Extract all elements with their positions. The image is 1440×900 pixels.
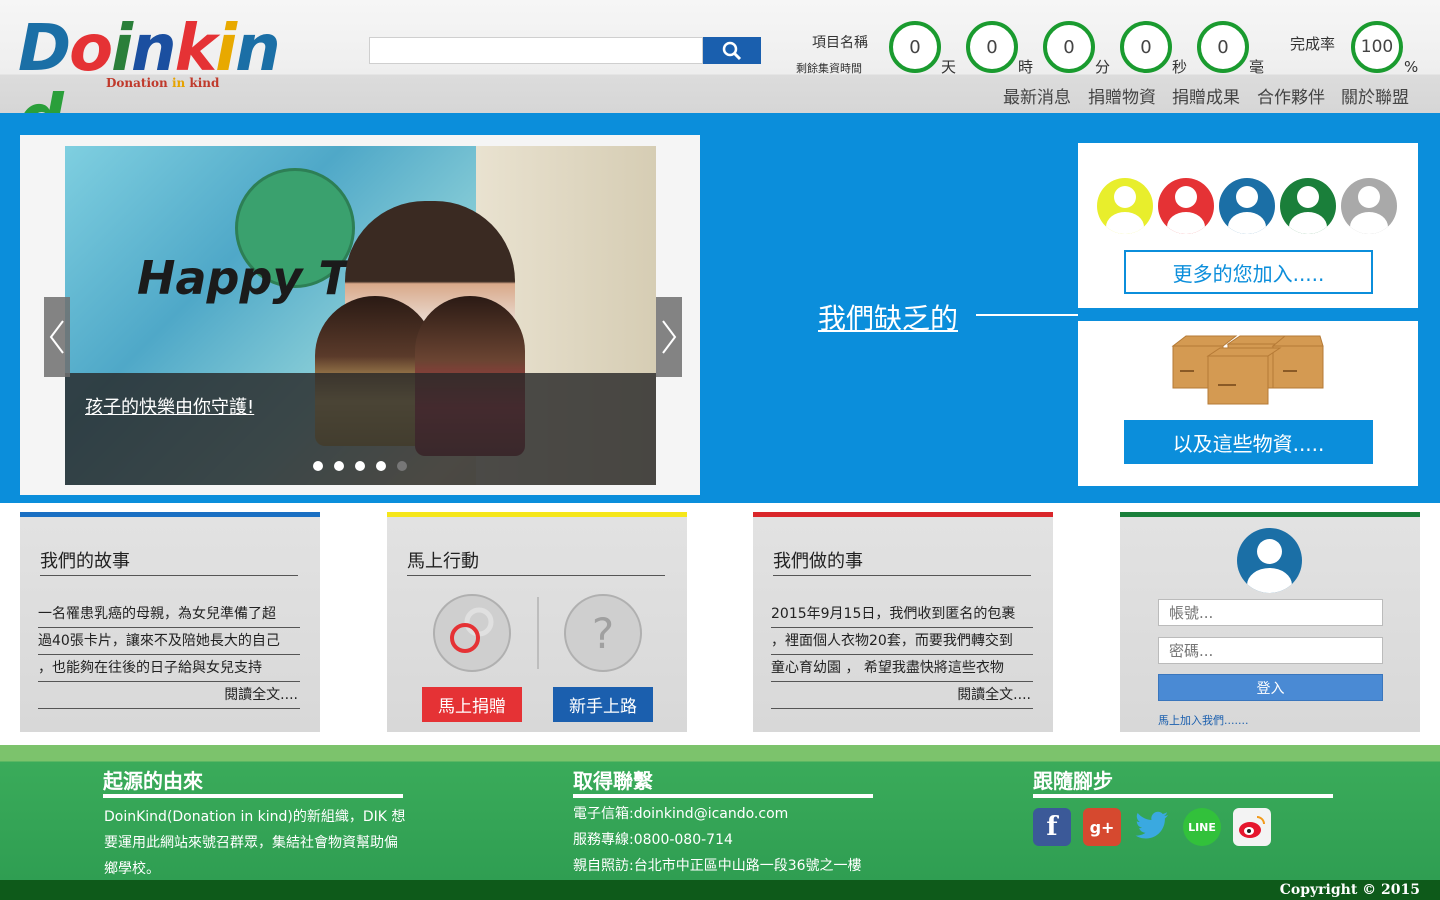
percent-unit: % xyxy=(1404,58,1419,76)
slide-dot[interactable] xyxy=(397,461,407,471)
connector-line xyxy=(976,314,1078,316)
origin-title: 起源的由來 xyxy=(103,769,203,793)
question-icon[interactable]: ? xyxy=(564,594,642,672)
completion-rate-label: 完成率 xyxy=(1290,35,1336,53)
slider-next-button[interactable] xyxy=(656,297,682,377)
what-we-lack-link[interactable]: 我們缺乏的 xyxy=(818,297,958,337)
follow-title: 跟隨腳步 xyxy=(1033,769,1113,793)
newbie-guide-button[interactable]: 新手上路 xyxy=(553,687,653,722)
search-input[interactable] xyxy=(369,37,703,64)
slide-image[interactable]: Happy T 孩子的快樂由你守護! xyxy=(65,146,656,485)
minutes-unit: 分 xyxy=(1095,58,1111,76)
our-story-card: 我們的故事 一名罹患乳癌的母親，為女兒準備了超 過40張卡片，讓來不及陪她長大的… xyxy=(20,512,320,732)
nav-donation-results[interactable]: 捐贈成果 xyxy=(1172,83,1240,108)
search-icon xyxy=(722,41,742,60)
boxes-icon xyxy=(1171,335,1324,405)
join-more-button[interactable]: 更多的您加入..... xyxy=(1124,250,1373,294)
slide-sign-text: Happy T xyxy=(137,251,350,305)
minutes-counter: 0 xyxy=(1043,21,1095,73)
days-counter: 0 xyxy=(889,21,941,73)
origin-text: DoinKind(Donation in kind)的新組織，DIK 想 要運用… xyxy=(104,809,406,877)
origin-underline xyxy=(103,794,403,798)
supplies-button[interactable]: 以及這些物資..... xyxy=(1124,420,1373,464)
millis-counter: 0 xyxy=(1197,21,1249,73)
slide-caption[interactable]: 孩子的快樂由你守護! xyxy=(85,393,254,419)
chevron-left-icon xyxy=(49,320,64,354)
slide-dot[interactable] xyxy=(376,461,386,471)
nav-donate-supplies[interactable]: 捐贈物資 xyxy=(1088,83,1156,108)
svg-text:?: ? xyxy=(592,609,614,658)
contact-phone: 服務專線:0800-080-714 xyxy=(573,832,733,848)
image-slider: Happy T 孩子的快樂由你守護! xyxy=(20,135,700,495)
weibo-icon[interactable] xyxy=(1233,808,1271,846)
donate-now-button[interactable]: 馬上捐贈 xyxy=(422,687,522,722)
remaining-time-label: 剩餘集資時間 xyxy=(796,62,862,75)
our-story-text: 一名罹患乳癌的母親，為女兒準備了超 過40張卡片，讓來不及陪她長大的自己 ，也能… xyxy=(38,601,300,709)
doinkind-logo[interactable]: Doinkind Donation in kind xyxy=(18,14,308,154)
twitter-icon[interactable] xyxy=(1133,808,1171,846)
slide-dot[interactable] xyxy=(355,461,365,471)
hours-counter: 0 xyxy=(966,21,1018,73)
slide-caption-bar: 孩子的快樂由你守護! xyxy=(65,373,656,485)
avatar-icon xyxy=(1341,178,1397,234)
take-action-title: 馬上行動 xyxy=(407,547,665,576)
hours-unit: 時 xyxy=(1018,58,1034,76)
read-more-link[interactable]: 閱讀全文.... xyxy=(771,682,1033,709)
our-story-title: 我們的故事 xyxy=(40,547,298,576)
slider-prev-button[interactable] xyxy=(44,297,70,377)
read-more-link[interactable]: 閱讀全文.... xyxy=(38,682,300,709)
what-we-do-title: 我們做的事 xyxy=(773,547,1031,576)
what-we-do-card: 我們做的事 2015年9月15日，我們收到匿名的包裹 ，裡面個人衣物20套，而要… xyxy=(753,512,1053,732)
join-us-link[interactable]: 馬上加入我們....... xyxy=(1158,712,1248,728)
login-card: 登入 馬上加入我們....... xyxy=(1120,512,1420,732)
contact-underline xyxy=(573,794,873,798)
donate-icon[interactable] xyxy=(433,594,511,672)
supplies-card: 以及這些物資..... xyxy=(1078,321,1418,486)
contact-text: 電子信箱:doinkind@icando.com 服務專線:0800-080-7… xyxy=(573,801,903,879)
facebook-icon[interactable]: f xyxy=(1033,808,1071,846)
contact-address: 親自照訪:台北市中正區中山路一段36號之一樓 xyxy=(573,858,862,874)
password-input[interactable] xyxy=(1158,637,1383,664)
seconds-unit: 秒 xyxy=(1172,58,1188,76)
logo-tagline: Donation in kind xyxy=(106,76,220,90)
footer-bottom-bar: Copyright © 2015 xyxy=(0,880,1440,900)
login-button[interactable]: 登入 xyxy=(1158,674,1383,701)
millis-unit: 毫 xyxy=(1249,58,1265,76)
project-name-label: 項目名稱 xyxy=(812,35,868,51)
hero-section: Happy T 孩子的快樂由你守護! 我們缺乏的 更多的您加入..... 以及這… xyxy=(0,113,1440,503)
contact-email[interactable]: 電子信箱:doinkind@icando.com xyxy=(573,801,903,827)
slide-dots xyxy=(313,461,407,471)
avatar-icon xyxy=(1158,178,1214,234)
slide-dot[interactable] xyxy=(313,461,323,471)
slide-dot[interactable] xyxy=(334,461,344,471)
user-avatar-icon xyxy=(1237,528,1302,593)
account-input[interactable] xyxy=(1158,599,1383,626)
nav-partners[interactable]: 合作夥伴 xyxy=(1257,83,1325,108)
line-icon[interactable]: LINE xyxy=(1183,808,1221,846)
avatar-icon xyxy=(1219,178,1275,234)
avatar-icon xyxy=(1097,178,1153,234)
header: Doinkind Donation in kind 項目名稱 剩餘集資時間 0 … xyxy=(0,0,1440,154)
chevron-right-icon xyxy=(662,320,677,354)
nav-latest-news[interactable]: 最新消息 xyxy=(1003,83,1071,108)
avatar-row xyxy=(1097,178,1397,234)
days-unit: 天 xyxy=(941,58,957,76)
what-we-do-text: 2015年9月15日，我們收到匿名的包裹 ，裡面個人衣物20套，而要我們轉交到 … xyxy=(771,601,1033,709)
action-divider xyxy=(537,597,539,669)
take-action-card: 馬上行動 ? 馬上捐贈 新手上路 xyxy=(387,512,687,732)
contact-title: 取得聯繫 xyxy=(573,769,653,793)
avatar-icon xyxy=(1280,178,1336,234)
completion-rate-value: 100 xyxy=(1351,21,1403,73)
search-button[interactable] xyxy=(703,37,761,64)
nav-about-alliance[interactable]: 關於聯盟 xyxy=(1341,83,1409,108)
follow-underline xyxy=(1033,794,1333,798)
copyright-text: Copyright © 2015 xyxy=(1279,882,1420,898)
volunteers-card: 更多的您加入..... xyxy=(1078,143,1418,308)
google-plus-icon[interactable]: g+ xyxy=(1083,808,1121,846)
seconds-counter: 0 xyxy=(1120,21,1172,73)
